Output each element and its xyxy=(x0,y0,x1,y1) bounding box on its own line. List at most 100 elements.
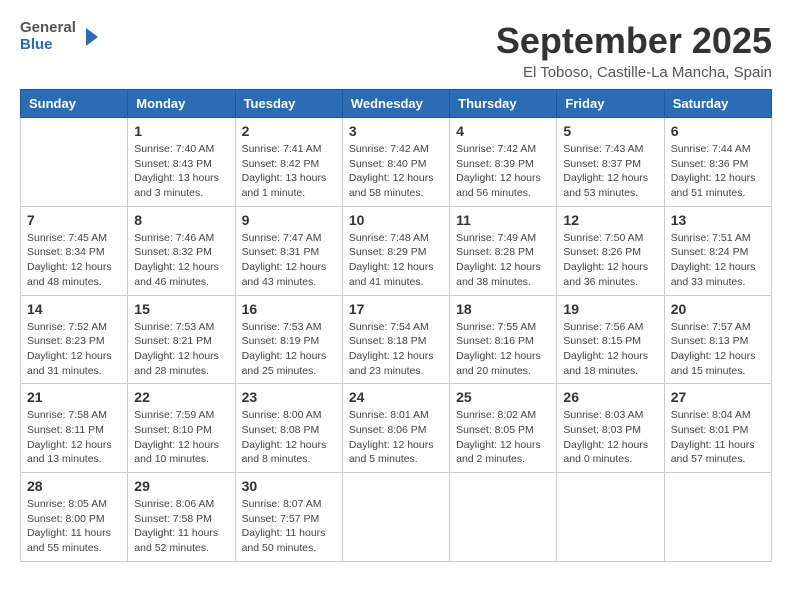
weekday-header-wednesday: Wednesday xyxy=(342,90,449,118)
day-number: 6 xyxy=(671,123,765,139)
day-number: 15 xyxy=(134,301,228,317)
day-number: 20 xyxy=(671,301,765,317)
calendar-cell: 20 Sunrise: 7:57 AMSunset: 8:13 PMDaylig… xyxy=(664,295,771,384)
calendar-cell: 15 Sunrise: 7:53 AMSunset: 8:21 PMDaylig… xyxy=(128,295,235,384)
day-info: Sunrise: 7:48 AMSunset: 8:29 PMDaylight:… xyxy=(349,231,443,290)
day-number: 13 xyxy=(671,212,765,228)
weekday-header-friday: Friday xyxy=(557,90,664,118)
day-info: Sunrise: 7:53 AMSunset: 8:19 PMDaylight:… xyxy=(242,320,336,379)
calendar-cell xyxy=(557,473,664,562)
day-info: Sunrise: 7:49 AMSunset: 8:28 PMDaylight:… xyxy=(456,231,550,290)
weekday-header-thursday: Thursday xyxy=(450,90,557,118)
day-info: Sunrise: 7:59 AMSunset: 8:10 PMDaylight:… xyxy=(134,408,228,467)
calendar-cell: 29 Sunrise: 8:06 AMSunset: 7:58 PMDaylig… xyxy=(128,473,235,562)
calendar-cell: 26 Sunrise: 8:03 AMSunset: 8:03 PMDaylig… xyxy=(557,384,664,473)
day-number: 10 xyxy=(349,212,443,228)
day-info: Sunrise: 7:47 AMSunset: 8:31 PMDaylight:… xyxy=(242,231,336,290)
day-info: Sunrise: 7:42 AMSunset: 8:39 PMDaylight:… xyxy=(456,142,550,201)
logo-blue: Blue xyxy=(20,37,76,54)
day-info: Sunrise: 8:06 AMSunset: 7:58 PMDaylight:… xyxy=(134,497,228,556)
day-info: Sunrise: 7:52 AMSunset: 8:23 PMDaylight:… xyxy=(27,320,121,379)
day-number: 11 xyxy=(456,212,550,228)
calendar-cell: 18 Sunrise: 7:55 AMSunset: 8:16 PMDaylig… xyxy=(450,295,557,384)
calendar-cell: 21 Sunrise: 7:58 AMSunset: 8:11 PMDaylig… xyxy=(21,384,128,473)
day-info: Sunrise: 8:04 AMSunset: 8:01 PMDaylight:… xyxy=(671,408,765,467)
day-info: Sunrise: 8:05 AMSunset: 8:00 PMDaylight:… xyxy=(27,497,121,556)
day-info: Sunrise: 7:53 AMSunset: 8:21 PMDaylight:… xyxy=(134,320,228,379)
calendar-cell: 10 Sunrise: 7:48 AMSunset: 8:29 PMDaylig… xyxy=(342,206,449,295)
day-info: Sunrise: 8:02 AMSunset: 8:05 PMDaylight:… xyxy=(456,408,550,467)
weekday-header-tuesday: Tuesday xyxy=(235,90,342,118)
day-number: 24 xyxy=(349,389,443,405)
calendar-cell: 25 Sunrise: 8:02 AMSunset: 8:05 PMDaylig… xyxy=(450,384,557,473)
day-info: Sunrise: 7:46 AMSunset: 8:32 PMDaylight:… xyxy=(134,231,228,290)
day-number: 30 xyxy=(242,478,336,494)
day-number: 22 xyxy=(134,389,228,405)
calendar-cell: 17 Sunrise: 7:54 AMSunset: 8:18 PMDaylig… xyxy=(342,295,449,384)
day-info: Sunrise: 7:41 AMSunset: 8:42 PMDaylight:… xyxy=(242,142,336,201)
day-number: 14 xyxy=(27,301,121,317)
day-info: Sunrise: 7:44 AMSunset: 8:36 PMDaylight:… xyxy=(671,142,765,201)
day-number: 17 xyxy=(349,301,443,317)
calendar-cell: 12 Sunrise: 7:50 AMSunset: 8:26 PMDaylig… xyxy=(557,206,664,295)
day-info: Sunrise: 8:07 AMSunset: 7:57 PMDaylight:… xyxy=(242,497,336,556)
calendar-cell: 9 Sunrise: 7:47 AMSunset: 8:31 PMDayligh… xyxy=(235,206,342,295)
calendar-cell: 23 Sunrise: 8:00 AMSunset: 8:08 PMDaylig… xyxy=(235,384,342,473)
day-info: Sunrise: 7:43 AMSunset: 8:37 PMDaylight:… xyxy=(563,142,657,201)
day-info: Sunrise: 8:03 AMSunset: 8:03 PMDaylight:… xyxy=(563,408,657,467)
day-info: Sunrise: 7:42 AMSunset: 8:40 PMDaylight:… xyxy=(349,142,443,201)
calendar-cell xyxy=(342,473,449,562)
day-number: 23 xyxy=(242,389,336,405)
calendar-cell: 27 Sunrise: 8:04 AMSunset: 8:01 PMDaylig… xyxy=(664,384,771,473)
day-info: Sunrise: 7:45 AMSunset: 8:34 PMDaylight:… xyxy=(27,231,121,290)
calendar-cell: 6 Sunrise: 7:44 AMSunset: 8:36 PMDayligh… xyxy=(664,118,771,207)
calendar-cell: 13 Sunrise: 7:51 AMSunset: 8:24 PMDaylig… xyxy=(664,206,771,295)
weekday-header-monday: Monday xyxy=(128,90,235,118)
day-number: 7 xyxy=(27,212,121,228)
logo-general: General xyxy=(20,20,76,37)
calendar-table: SundayMondayTuesdayWednesdayThursdayFrid… xyxy=(20,89,772,562)
calendar-cell: 14 Sunrise: 7:52 AMSunset: 8:23 PMDaylig… xyxy=(21,295,128,384)
day-info: Sunrise: 7:50 AMSunset: 8:26 PMDaylight:… xyxy=(563,231,657,290)
location: El Toboso, Castille-La Mancha, Spain xyxy=(496,64,772,81)
day-info: Sunrise: 7:54 AMSunset: 8:18 PMDaylight:… xyxy=(349,320,443,379)
calendar-cell: 5 Sunrise: 7:43 AMSunset: 8:37 PMDayligh… xyxy=(557,118,664,207)
weekday-header-saturday: Saturday xyxy=(664,90,771,118)
calendar-cell: 19 Sunrise: 7:56 AMSunset: 8:15 PMDaylig… xyxy=(557,295,664,384)
logo: General Blue xyxy=(20,20,100,53)
calendar-cell: 24 Sunrise: 8:01 AMSunset: 8:06 PMDaylig… xyxy=(342,384,449,473)
day-number: 18 xyxy=(456,301,550,317)
day-info: Sunrise: 7:57 AMSunset: 8:13 PMDaylight:… xyxy=(671,320,765,379)
day-number: 29 xyxy=(134,478,228,494)
day-info: Sunrise: 7:56 AMSunset: 8:15 PMDaylight:… xyxy=(563,320,657,379)
calendar-cell xyxy=(664,473,771,562)
day-info: Sunrise: 8:00 AMSunset: 8:08 PMDaylight:… xyxy=(242,408,336,467)
calendar-cell xyxy=(450,473,557,562)
day-number: 3 xyxy=(349,123,443,139)
day-info: Sunrise: 7:51 AMSunset: 8:24 PMDaylight:… xyxy=(671,231,765,290)
day-number: 21 xyxy=(27,389,121,405)
day-number: 4 xyxy=(456,123,550,139)
day-info: Sunrise: 7:55 AMSunset: 8:16 PMDaylight:… xyxy=(456,320,550,379)
calendar-cell xyxy=(21,118,128,207)
day-number: 8 xyxy=(134,212,228,228)
day-number: 25 xyxy=(456,389,550,405)
logo-arrow-icon xyxy=(78,26,100,48)
day-number: 5 xyxy=(563,123,657,139)
day-number: 16 xyxy=(242,301,336,317)
calendar-cell: 11 Sunrise: 7:49 AMSunset: 8:28 PMDaylig… xyxy=(450,206,557,295)
day-number: 28 xyxy=(27,478,121,494)
day-number: 27 xyxy=(671,389,765,405)
calendar-cell: 4 Sunrise: 7:42 AMSunset: 8:39 PMDayligh… xyxy=(450,118,557,207)
month-title: September 2025 xyxy=(496,20,772,62)
day-info: Sunrise: 8:01 AMSunset: 8:06 PMDaylight:… xyxy=(349,408,443,467)
day-number: 1 xyxy=(134,123,228,139)
weekday-header-sunday: Sunday xyxy=(21,90,128,118)
calendar-cell: 3 Sunrise: 7:42 AMSunset: 8:40 PMDayligh… xyxy=(342,118,449,207)
title-area: September 2025 El Toboso, Castille-La Ma… xyxy=(496,20,772,81)
day-info: Sunrise: 7:58 AMSunset: 8:11 PMDaylight:… xyxy=(27,408,121,467)
calendar-cell: 7 Sunrise: 7:45 AMSunset: 8:34 PMDayligh… xyxy=(21,206,128,295)
day-number: 19 xyxy=(563,301,657,317)
calendar-cell: 28 Sunrise: 8:05 AMSunset: 8:00 PMDaylig… xyxy=(21,473,128,562)
calendar-cell: 30 Sunrise: 8:07 AMSunset: 7:57 PMDaylig… xyxy=(235,473,342,562)
